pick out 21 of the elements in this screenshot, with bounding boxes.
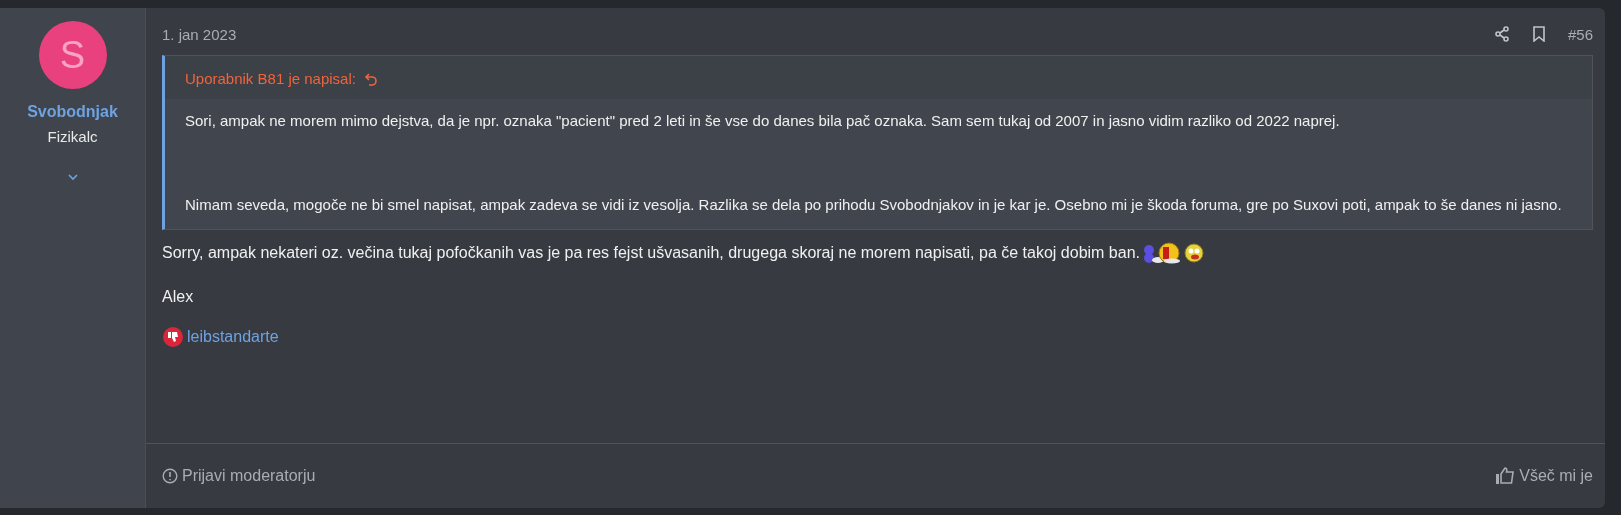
chevron-down-icon[interactable] (66, 173, 79, 181)
reaction-user-link[interactable]: leibstandarte (187, 328, 279, 346)
smiley-icon (1184, 242, 1204, 264)
reply-arrow-icon (363, 71, 378, 86)
bookmark-icon[interactable] (1531, 26, 1546, 42)
thumbs-up-icon (1495, 467, 1516, 485)
username[interactable]: Svobodnjak (27, 103, 118, 121)
alert-icon (162, 468, 178, 484)
thumbs-down-icon (162, 326, 184, 348)
user-title: Fizikalc (47, 128, 98, 145)
report-link[interactable]: Prijavi moderatorju (162, 467, 316, 485)
share-icon[interactable] (1493, 26, 1510, 42)
post-number[interactable]: #56 (1567, 25, 1593, 43)
post-date[interactable]: 1. jan 2023 (162, 25, 237, 43)
post-signature: Alex (162, 287, 195, 307)
post-text: Sorry, ampak nekateri oz. večina tukaj pofočkanih vas je pa res fejst ušvasanih, drugega skoraj ne morem napisati, pa če takoj dobim ban. (162, 243, 1140, 263)
like-button[interactable]: Všeč mi je (1495, 467, 1593, 485)
emoticon-drawing (1142, 242, 1182, 264)
quote-paragraph: Nimam seveda, mogoče ne bi smel napisat, ampak zadeva se vidi iz vesolja. Razlika se dela po prihodu Svobodnjakov in je kar je. Osebno mi je škoda foruma, gre po Suxovi poti, ampak to še danes ni jasno. (185, 195, 1563, 215)
quote-paragraph: Sori, ampak ne morem mimo dejstva, da je npr. oznaka "pacient" pred 2 leti in še vse do danes bila pač oznaka. Sam sem tukaj od 2007 in jasno vidim razliko od 2022 naprej. (185, 111, 1341, 131)
quote-source-link[interactable]: Uporabnik B81 je napisal: (185, 70, 378, 87)
